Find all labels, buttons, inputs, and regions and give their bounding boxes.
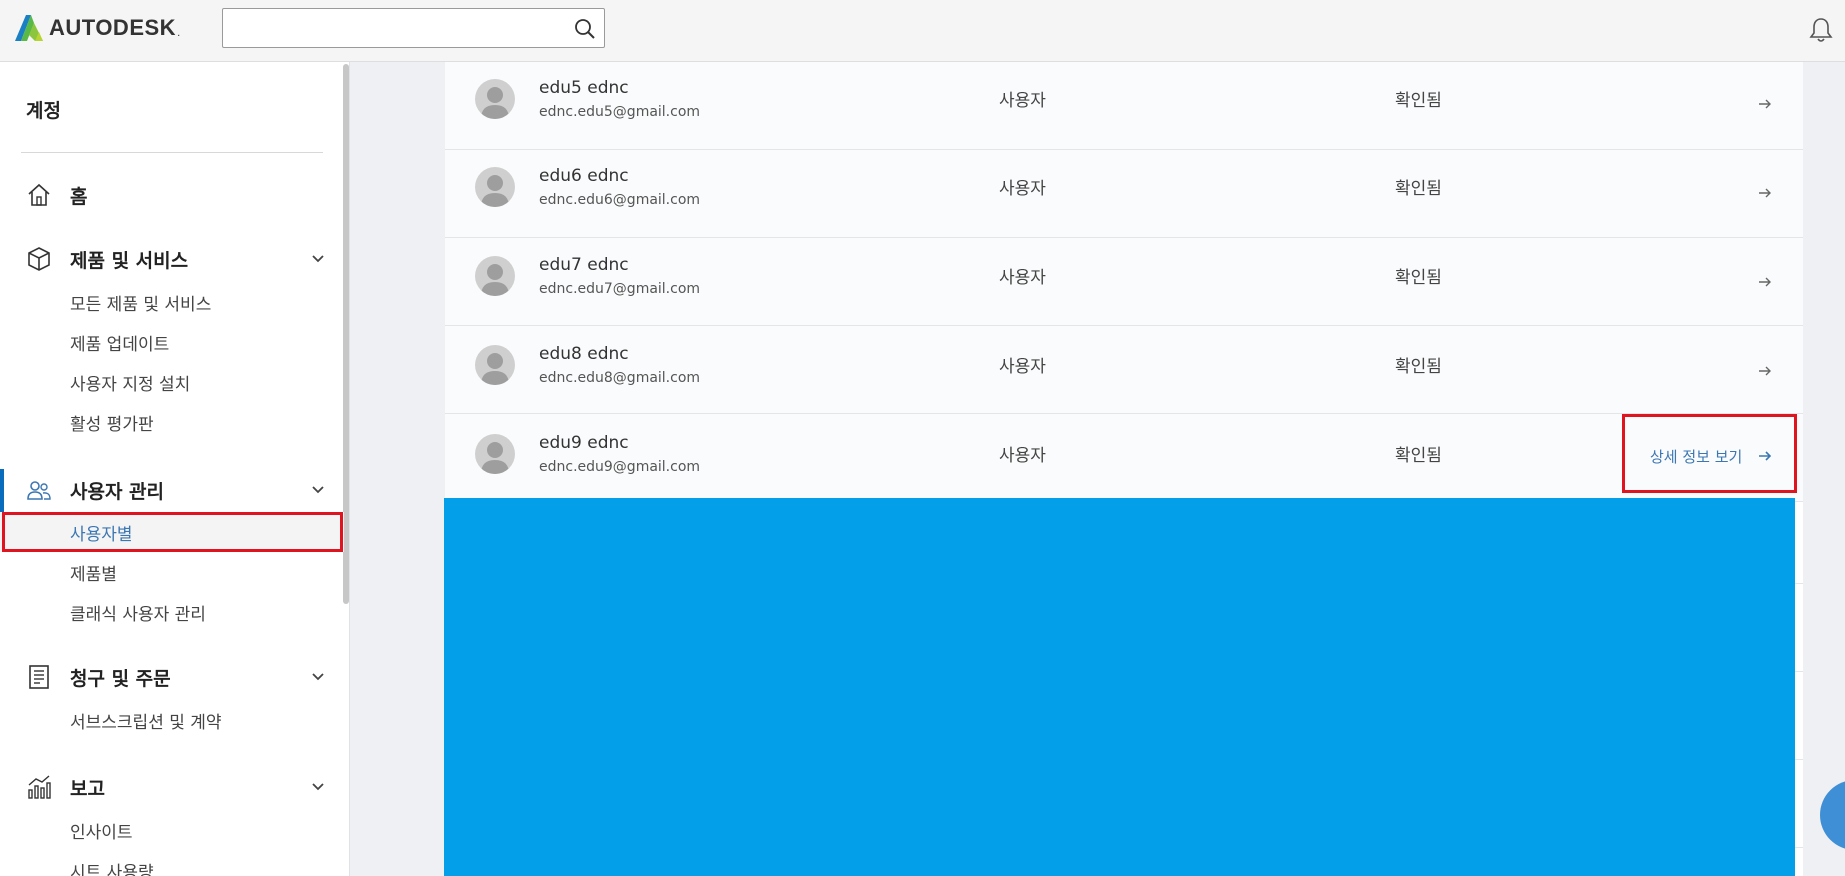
sidebar-nav: 계정 홈 제품 및 서비스 모든 제품 및 서비스 제품 업데이트 사용자 지정… [0, 62, 350, 876]
avatar [475, 256, 515, 296]
highlight-box-view-details [1622, 414, 1797, 493]
user-avatar-icon [481, 175, 509, 207]
user-email: ednc.edu8@gmail.com [539, 370, 701, 386]
chevron-down-icon[interactable] [311, 780, 325, 794]
arrow-right-icon[interactable] [1758, 187, 1772, 199]
arrow-right-icon[interactable] [1758, 276, 1772, 288]
user-email: ednc.edu7@gmail.com [539, 281, 701, 297]
home-icon [28, 183, 50, 206]
sidebar-item-label: 제품 및 서비스 [70, 249, 189, 272]
cube-icon [28, 247, 50, 271]
sidebar-item-reporting[interactable]: 보고 [0, 770, 340, 804]
blue-overlay-panel [444, 498, 1795, 876]
table-row[interactable]: edu9 ednc ednc.edu9@gmail.com 사용자 확인됨 상세… [445, 414, 1803, 502]
avatar [475, 167, 515, 207]
table-row[interactable]: edu7 ednc ednc.edu7@gmail.com 사용자 확인됨 [445, 238, 1803, 326]
user-status: 확인됨 [1395, 268, 1442, 288]
logo-text: AUTODESK [49, 15, 177, 40]
chevron-down-icon[interactable] [311, 670, 325, 684]
table-row[interactable]: edu8 ednc ednc.edu8@gmail.com 사용자 확인됨 [445, 326, 1803, 414]
autodesk-logo-icon [15, 15, 43, 41]
chevron-down-icon[interactable] [311, 483, 325, 497]
user-email: ednc.edu9@gmail.com [539, 459, 701, 475]
sidebar-item-billing[interactable]: 청구 및 주문 [0, 660, 340, 694]
chart-icon [28, 775, 51, 799]
avatar [475, 434, 515, 474]
user-status: 확인됨 [1395, 179, 1442, 199]
search-input[interactable] [231, 15, 555, 43]
user-avatar-icon [481, 442, 509, 474]
sidebar-divider [21, 152, 323, 153]
user-role: 사용자 [999, 179, 1046, 199]
user-name: edu7 ednc [539, 255, 629, 275]
arrow-right-icon[interactable] [1758, 365, 1772, 377]
users-icon [27, 481, 51, 500]
user-name: edu6 ednc [539, 166, 629, 186]
bell-icon[interactable] [1808, 16, 1834, 44]
sidebar-subitem-by-product[interactable]: 제품별 [70, 560, 117, 585]
sidebar-subitem-classic-user-management[interactable]: 클래식 사용자 관리 [70, 600, 206, 625]
sidebar-subitem-seat-usage[interactable]: 시트 사용량 [70, 858, 154, 876]
chevron-down-icon[interactable] [311, 252, 325, 266]
user-avatar-icon [481, 353, 509, 385]
search-icon[interactable] [574, 18, 596, 40]
table-row[interactable]: edu5 ednc ednc.edu5@gmail.com 사용자 확인됨 [445, 62, 1803, 150]
user-name: edu9 ednc [539, 433, 629, 453]
autodesk-logo[interactable]: AUTODESK . [15, 14, 180, 42]
user-email: ednc.edu6@gmail.com [539, 192, 701, 208]
invoice-icon [29, 665, 49, 689]
user-name: edu8 ednc [539, 344, 629, 364]
user-avatar-icon [481, 264, 509, 296]
sidebar-subitem-insights[interactable]: 인사이트 [70, 818, 133, 843]
sidebar-subitem-all-products[interactable]: 모든 제품 및 서비스 [70, 290, 211, 315]
table-row[interactable]: edu6 ednc ednc.edu6@gmail.com 사용자 확인됨 [445, 150, 1803, 238]
top-header: AUTODESK . [0, 0, 1845, 62]
sidebar-item-label: 청구 및 주문 [70, 667, 171, 690]
sidebar-item-home[interactable]: 홈 [0, 178, 340, 212]
sidebar-item-products[interactable]: 제품 및 서비스 [0, 242, 340, 276]
avatar [475, 79, 515, 119]
sidebar-item-label: 보고 [70, 777, 105, 800]
sidebar-subitem-subscriptions[interactable]: 서브스크립션 및 계약 [70, 708, 222, 733]
sidebar-item-label: 홈 [70, 185, 88, 208]
arrow-right-icon[interactable] [1758, 98, 1772, 110]
user-avatar-icon [481, 87, 509, 119]
user-status: 확인됨 [1395, 357, 1442, 377]
search-box[interactable] [222, 8, 605, 48]
avatar [475, 345, 515, 385]
user-status: 확인됨 [1395, 91, 1442, 111]
sidebar-item-user-management[interactable]: 사용자 관리 [0, 473, 340, 507]
user-email: ednc.edu5@gmail.com [539, 104, 701, 120]
user-role: 사용자 [999, 357, 1046, 377]
sidebar-subitem-product-updates[interactable]: 제품 업데이트 [70, 330, 169, 355]
user-role: 사용자 [999, 446, 1046, 466]
sidebar-title: 계정 [26, 100, 61, 122]
user-name: edu5 ednc [539, 78, 629, 98]
user-role: 사용자 [999, 91, 1046, 111]
sidebar-subitem-active-trials[interactable]: 활성 평가판 [70, 410, 154, 435]
highlight-box-by-user [2, 512, 343, 552]
sidebar-subitem-custom-install[interactable]: 사용자 지정 설치 [70, 370, 190, 395]
logo-mark: . [177, 27, 181, 39]
sidebar-item-label: 사용자 관리 [70, 480, 165, 503]
user-role: 사용자 [999, 268, 1046, 288]
user-status: 확인됨 [1395, 446, 1442, 466]
